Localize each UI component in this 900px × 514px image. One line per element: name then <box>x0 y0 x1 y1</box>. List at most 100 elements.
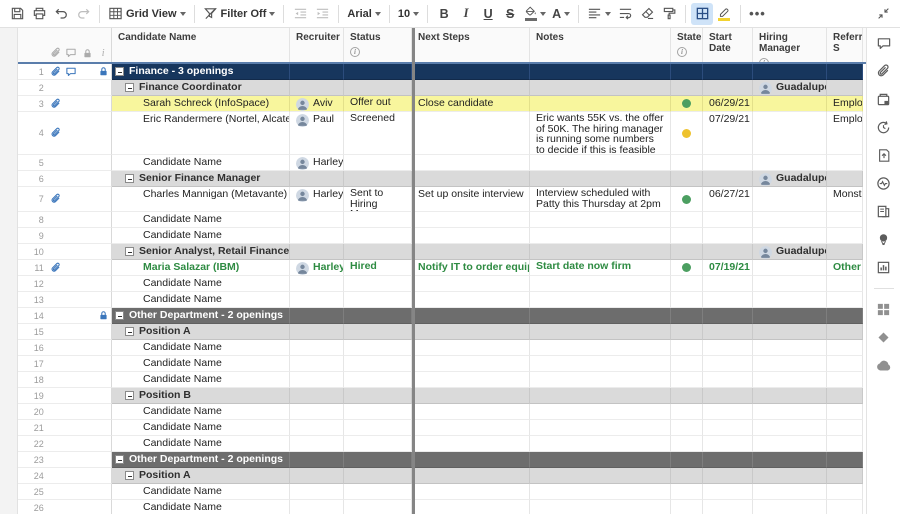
cell-recruiter[interactable] <box>290 404 344 420</box>
cell-state[interactable] <box>671 112 703 155</box>
cell-hiring_manager[interactable] <box>753 308 827 324</box>
cell-referral[interactable] <box>827 452 863 468</box>
cell-start_date[interactable] <box>703 80 753 96</box>
cell-status[interactable] <box>344 244 412 260</box>
cell-candidate[interactable]: Eric Randermere (Nortel, Alcatel) <box>112 112 290 155</box>
cell-notes[interactable] <box>530 292 671 308</box>
cell-next_steps[interactable] <box>412 404 530 420</box>
cell-status[interactable]: Offer out <box>344 96 412 112</box>
cell-next_steps[interactable]: Notify IT to order equip. <box>412 260 530 276</box>
cell-recruiter[interactable] <box>290 324 344 340</box>
cell-referral[interactable] <box>827 484 863 500</box>
cell-referral[interactable] <box>827 356 863 372</box>
cell-status[interactable] <box>344 340 412 356</box>
row-number[interactable]: 2 <box>18 83 48 93</box>
collapse-toggle[interactable] <box>125 391 134 400</box>
cell-hiring_manager[interactable] <box>753 324 827 340</box>
cell-status[interactable] <box>344 292 412 308</box>
cell-recruiter[interactable] <box>290 171 344 187</box>
cell-hiring_manager[interactable] <box>753 404 827 420</box>
cell-start_date[interactable] <box>703 436 753 452</box>
cell-notes[interactable] <box>530 372 671 388</box>
cell-notes[interactable] <box>530 340 671 356</box>
cell-candidate[interactable]: Candidate Name <box>112 372 290 388</box>
cell-status[interactable] <box>344 388 412 404</box>
cell-referral[interactable] <box>827 468 863 484</box>
column-header-next_steps[interactable]: Next Steps <box>412 28 530 62</box>
cell-candidate[interactable]: Other Department - 2 openings <box>112 308 290 324</box>
cell-referral[interactable]: Employ <box>827 112 863 155</box>
cell-referral[interactable] <box>827 276 863 292</box>
cell-next_steps[interactable]: Set up onsite interview <box>412 187 530 212</box>
cell-start_date[interactable] <box>703 155 753 171</box>
cell-next_steps[interactable] <box>412 112 530 155</box>
cell-recruiter[interactable] <box>290 452 344 468</box>
cell-start_date[interactable] <box>703 308 753 324</box>
clear-format-button[interactable] <box>636 3 658 25</box>
cell-state[interactable] <box>671 155 703 171</box>
row-number[interactable]: 3 <box>18 99 48 109</box>
cell-notes[interactable] <box>530 420 671 436</box>
cell-referral[interactable] <box>827 64 863 80</box>
collapse-toggle[interactable] <box>115 311 124 320</box>
cell-state[interactable] <box>671 64 703 80</box>
cell-hiring_manager[interactable] <box>753 96 827 112</box>
filter-selector[interactable]: Filter Off <box>200 3 279 25</box>
update-requests-icon[interactable] <box>873 120 895 135</box>
cell-status[interactable] <box>344 500 412 514</box>
collapse-toggle[interactable] <box>115 455 124 464</box>
cell-status[interactable] <box>344 468 412 484</box>
cell-notes[interactable] <box>530 452 671 468</box>
cell-candidate[interactable]: Senior Finance Manager <box>112 171 290 187</box>
lock-icon[interactable] <box>95 66 111 77</box>
row-number[interactable]: 23 <box>18 455 48 465</box>
row-number[interactable]: 15 <box>18 327 48 337</box>
row-number[interactable]: 19 <box>18 391 48 401</box>
underline-button[interactable]: U <box>477 3 499 25</box>
row-number[interactable]: 10 <box>18 247 48 257</box>
cell-next_steps[interactable] <box>412 324 530 340</box>
cell-notes[interactable] <box>530 404 671 420</box>
comment-column-icon[interactable] <box>64 47 80 59</box>
column-info-icon[interactable]: i <box>677 47 687 57</box>
cell-status[interactable] <box>344 212 412 228</box>
cell-candidate[interactable]: Candidate Name <box>112 356 290 372</box>
cell-state[interactable] <box>671 228 703 244</box>
cell-next_steps[interactable] <box>412 212 530 228</box>
row-number[interactable]: 9 <box>18 231 48 241</box>
cell-next_steps[interactable] <box>412 228 530 244</box>
conversations-icon[interactable] <box>873 36 895 51</box>
cell-referral[interactable] <box>827 228 863 244</box>
attachment-icon[interactable] <box>48 127 64 139</box>
cell-start_date[interactable] <box>703 452 753 468</box>
cell-candidate[interactable]: Finance Coordinator <box>112 80 290 96</box>
collapse-toggle[interactable] <box>125 247 134 256</box>
cell-candidate[interactable]: Candidate Name <box>112 228 290 244</box>
cell-notes[interactable] <box>530 484 671 500</box>
cell-candidate[interactable]: Candidate Name <box>112 212 290 228</box>
cell-candidate[interactable]: Candidate Name <box>112 404 290 420</box>
cell-recruiter[interactable] <box>290 468 344 484</box>
cell-notes[interactable] <box>530 96 671 112</box>
cell-state[interactable] <box>671 187 703 212</box>
fill-color-button[interactable] <box>521 3 549 25</box>
cell-recruiter[interactable] <box>290 212 344 228</box>
cell-hiring_manager[interactable] <box>753 155 827 171</box>
lock-column-icon[interactable] <box>79 48 95 59</box>
cell-recruiter[interactable] <box>290 64 344 80</box>
row-number[interactable]: 22 <box>18 439 48 449</box>
cell-notes[interactable] <box>530 324 671 340</box>
cell-status[interactable]: Sent to Hiring Manager <box>344 187 412 212</box>
cell-next_steps[interactable]: Close candidate <box>412 96 530 112</box>
cell-state[interactable] <box>671 468 703 484</box>
font-size-selector[interactable]: 10 <box>395 3 422 25</box>
cell-state[interactable] <box>671 171 703 187</box>
row-number[interactable]: 24 <box>18 471 48 481</box>
cell-status[interactable] <box>344 404 412 420</box>
publish-icon[interactable] <box>873 148 895 163</box>
cell-hiring_manager[interactable]: Guadalupe <box>753 244 827 260</box>
cell-status[interactable] <box>344 324 412 340</box>
cell-next_steps[interactable] <box>412 155 530 171</box>
cell-candidate[interactable]: Sarah Schreck (InfoSpace) <box>112 96 290 112</box>
cell-hiring_manager[interactable]: Guadalupe <box>753 80 827 96</box>
